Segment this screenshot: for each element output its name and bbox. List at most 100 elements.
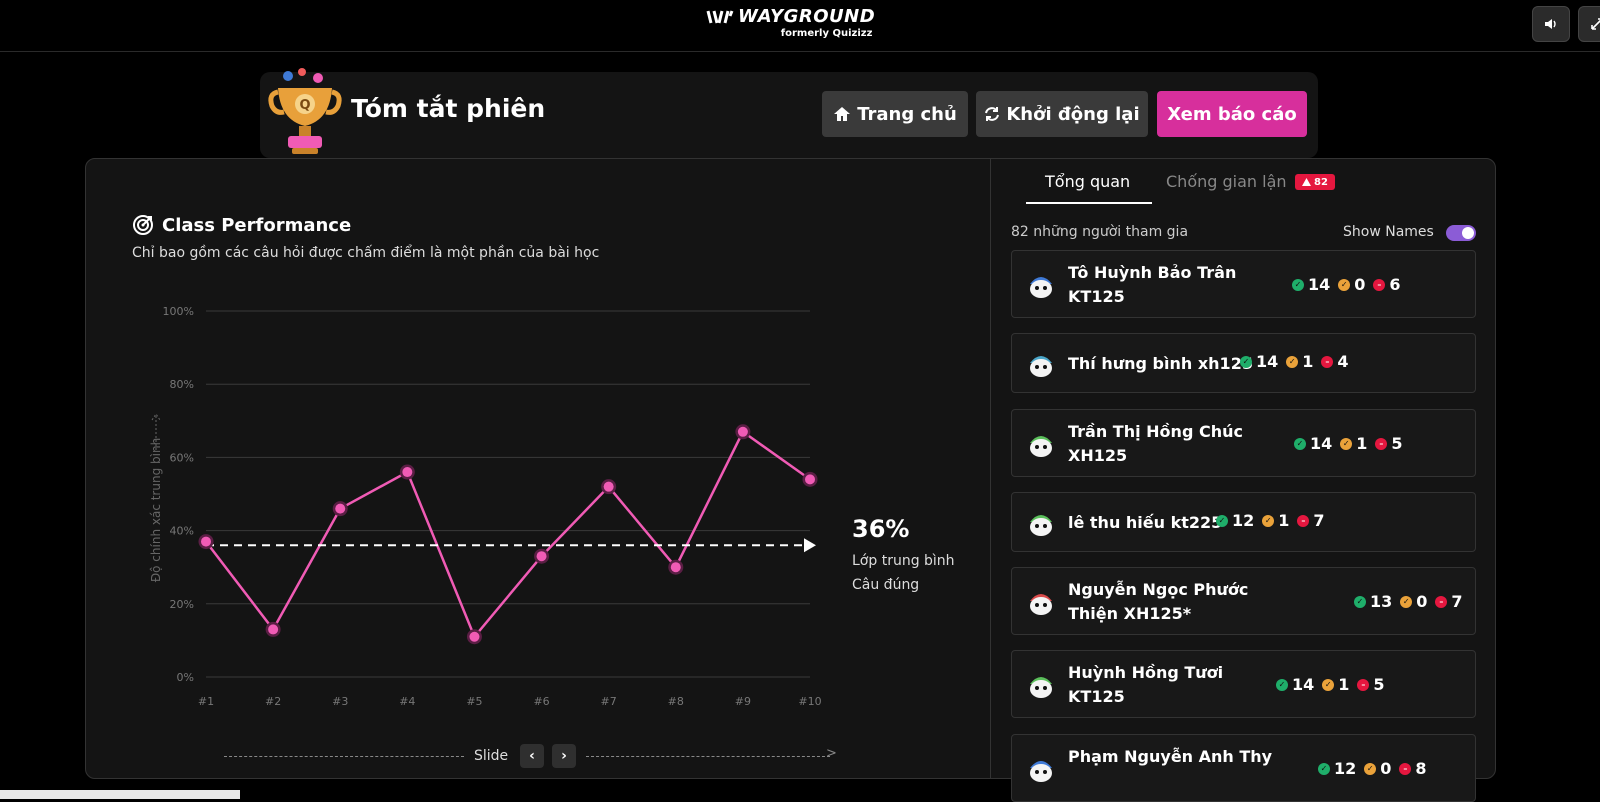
participant-stats: ✓ 14 ✓ 1–5 bbox=[1294, 434, 1403, 453]
check-icon: ✓ bbox=[1216, 514, 1228, 527]
y-axis-label: Độ chính xác trung bình bbox=[149, 438, 163, 582]
fullscreen-button[interactable] bbox=[1578, 6, 1600, 42]
x-tick-label: #10 bbox=[798, 695, 821, 708]
wrong-count: 7 bbox=[1451, 592, 1463, 611]
correct-count: 14 bbox=[1310, 434, 1333, 453]
participant-avatar-icon bbox=[1030, 515, 1052, 536]
fullscreen-icon bbox=[1591, 18, 1600, 30]
tab-overview-underline bbox=[1026, 202, 1152, 204]
data-point bbox=[335, 503, 346, 514]
view-report-button[interactable]: Xem báo cáo bbox=[1157, 91, 1307, 137]
restart-button-label: Khởi động lại bbox=[1006, 103, 1140, 125]
participant-card[interactable]: Trần Thị Hồng Chúc XH125 ✓ 14 ✓ 1–5 bbox=[1011, 409, 1476, 477]
cross-icon: – bbox=[1399, 762, 1412, 775]
partial-stat: ✓ 0 bbox=[1338, 275, 1365, 294]
participant-name: Huỳnh Hồng Tươi KT125 bbox=[1068, 663, 1224, 706]
partial-count: 1 bbox=[1356, 434, 1368, 453]
wrong-stat: –7 bbox=[1435, 592, 1463, 611]
correct-stat: ✓ 14 bbox=[1294, 434, 1332, 453]
y-tick-label: 80% bbox=[170, 378, 194, 391]
wrong-stat: –8 bbox=[1399, 759, 1427, 778]
average-percent: 36% bbox=[852, 515, 910, 543]
participant-stats: ✓ 14 ✓ 1–5 bbox=[1276, 675, 1385, 694]
check-icon: ✓ bbox=[1276, 678, 1288, 691]
logo-text: WAYGROUND bbox=[738, 6, 876, 27]
volume-icon bbox=[1545, 19, 1556, 29]
logo-subtitle: formerly Quizizz bbox=[780, 28, 873, 39]
tab-overview[interactable]: Tổng quan bbox=[1045, 172, 1130, 191]
class-performance-subtitle: Chỉ bao gồm các câu hỏi được chấm điểm l… bbox=[132, 245, 600, 261]
performance-line-chart: 100% 80% 60% 40% 20% 0% Độ chính xác trung bìn… bbox=[149, 305, 822, 708]
cross-icon: – bbox=[1357, 678, 1370, 691]
cross-icon: – bbox=[1321, 355, 1334, 368]
y-tick-label: 100% bbox=[163, 305, 194, 318]
chevron-left-icon: ‹ bbox=[529, 748, 535, 764]
participant-stats: ✓ 12 ✓ 0 –8 bbox=[1318, 759, 1427, 778]
slide-axis-line-right bbox=[586, 756, 830, 757]
check-icon: ✓ bbox=[1318, 762, 1330, 775]
participant-name: Nguyễn Ngọc Phước Thiện XH125* bbox=[1068, 580, 1249, 623]
partial-icon: ✓ bbox=[1364, 762, 1377, 775]
check-icon: ✓ bbox=[1354, 595, 1366, 608]
chevron-right-icon: › bbox=[561, 748, 567, 764]
wrong-stat: –5 bbox=[1357, 675, 1385, 694]
partial-count: 1 bbox=[1302, 352, 1314, 371]
correct-stat: ✓ 14 bbox=[1292, 275, 1330, 294]
participant-name: Phạm Nguyễn Anh Thy bbox=[1068, 747, 1273, 766]
partial-count: 1 bbox=[1278, 511, 1290, 530]
previous-slide-button[interactable]: ‹ bbox=[520, 744, 544, 768]
cross-icon: – bbox=[1375, 437, 1388, 450]
partial-count: 1 bbox=[1338, 675, 1350, 694]
partial-icon: ✓ bbox=[1286, 355, 1299, 368]
correct-count: 14 bbox=[1256, 352, 1279, 371]
participant-card[interactable]: Phạm Nguyễn Anh Thy ✓ 12 ✓ 0 –8 bbox=[1011, 734, 1476, 802]
partial-count: 0 bbox=[1354, 275, 1366, 294]
participant-avatar-icon bbox=[1030, 277, 1052, 298]
volume-button[interactable] bbox=[1532, 6, 1570, 42]
participant-card[interactable]: Thí hưng bình xh125 ✓ 14 ✓ 1–4 bbox=[1011, 333, 1476, 393]
next-slide-button[interactable]: › bbox=[552, 744, 576, 768]
top-bar: WAYGROUND formerly Quizizz bbox=[0, 0, 1600, 52]
participant-card[interactable]: Tô Huỳnh Bảo Trân KT125 ✓ 14 ✓ 0–6 bbox=[1011, 250, 1476, 318]
target-icon bbox=[133, 215, 153, 235]
correct-stat: ✓ 12 bbox=[1216, 511, 1254, 530]
trophy-icon: Q bbox=[268, 68, 342, 154]
partial-stat: ✓ 0 bbox=[1364, 759, 1391, 778]
home-button-label: Trang chủ bbox=[857, 103, 957, 125]
anticheat-badge-count: 82 bbox=[1314, 176, 1328, 188]
class-performance-heading: Class Performance bbox=[132, 214, 351, 236]
home-button[interactable]: Trang chủ bbox=[822, 91, 968, 137]
wrong-stat: –5 bbox=[1375, 434, 1403, 453]
partial-stat: ✓ 1 bbox=[1262, 511, 1289, 530]
participant-avatar-icon bbox=[1030, 436, 1052, 457]
x-tick-label: #3 bbox=[332, 695, 348, 708]
participant-name: Trần Thị Hồng Chúc XH125 bbox=[1068, 422, 1243, 465]
partial-icon: ✓ bbox=[1340, 437, 1353, 450]
svg-text:Q: Q bbox=[299, 98, 310, 113]
show-names-toggle[interactable] bbox=[1446, 225, 1476, 241]
check-icon: ✓ bbox=[1294, 437, 1306, 450]
warning-icon bbox=[1302, 178, 1312, 186]
correct-count: 12 bbox=[1232, 511, 1255, 530]
x-tick-label: #7 bbox=[601, 695, 617, 708]
participant-card[interactable]: lê thu hiếu kt225 ✓ 12 ✓ 1–7 bbox=[1011, 492, 1476, 552]
check-icon: ✓ bbox=[1240, 355, 1252, 368]
partial-icon: ✓ bbox=[1400, 595, 1413, 608]
wrong-stat: –7 bbox=[1297, 511, 1325, 530]
participant-card[interactable]: Nguyễn Ngọc Phước Thiện XH125* ✓ 13 ✓ 0–7 bbox=[1011, 567, 1476, 635]
data-point bbox=[536, 551, 547, 562]
partial-stat: ✓ 1 bbox=[1340, 434, 1367, 453]
tab-anticheat[interactable]: Chống gian lận bbox=[1166, 172, 1287, 191]
correct-count: 12 bbox=[1334, 759, 1357, 778]
slide-label: Slide bbox=[474, 748, 509, 764]
restart-button[interactable]: Khởi động lại bbox=[976, 91, 1148, 137]
y-tick-label: 60% bbox=[170, 451, 194, 464]
participant-card[interactable]: Huỳnh Hồng Tươi KT125 ✓ 14 ✓ 1–5 bbox=[1011, 650, 1476, 718]
cross-icon: – bbox=[1435, 595, 1448, 608]
average-label-correct: Câu đúng bbox=[852, 577, 920, 593]
data-point bbox=[670, 562, 681, 573]
partial-icon: ✓ bbox=[1322, 678, 1335, 691]
x-tick-label: #9 bbox=[735, 695, 751, 708]
data-point bbox=[805, 474, 815, 485]
partial-icon: ✓ bbox=[1262, 514, 1275, 527]
